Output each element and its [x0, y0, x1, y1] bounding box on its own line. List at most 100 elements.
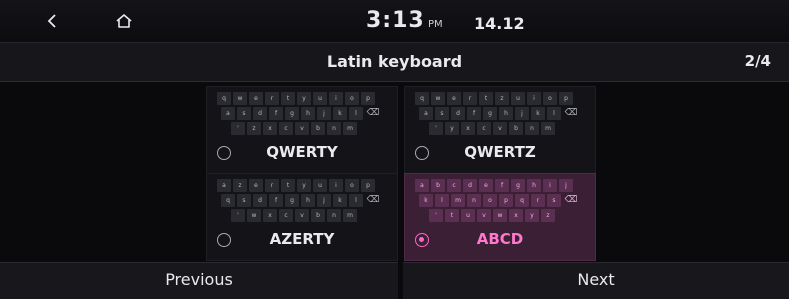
preview-key: c: [477, 122, 491, 135]
keyboard-preview-row: ' w x c v b n m: [217, 209, 392, 222]
preview-key: d: [463, 179, 477, 192]
backspace-icon: ⌫: [366, 108, 380, 118]
keyboard-preview-row: qwertzuiop: [415, 92, 590, 105]
preview-key: k: [333, 194, 347, 207]
preview-key: l: [349, 194, 363, 207]
preview-key: q: [515, 194, 529, 207]
preview-key: d: [451, 107, 465, 120]
preview-key: r: [531, 194, 545, 207]
preview-key: f: [269, 194, 283, 207]
preview-key: w: [431, 92, 445, 105]
preview-key: z: [541, 209, 555, 222]
home-icon: [116, 14, 132, 28]
preview-key: y: [525, 209, 539, 222]
preview-key: x: [509, 209, 523, 222]
preview-key: j: [559, 179, 573, 192]
preview-key: o: [345, 92, 359, 105]
preview-key: v: [493, 122, 507, 135]
preview-key: e: [479, 179, 493, 192]
preview-key: b: [311, 209, 325, 222]
preview-key: o: [543, 92, 557, 105]
layout-option-3[interactable]: a b c d e f g h i j k l m n o p q r s ⌫ ' t u v w x y z ABCD: [404, 173, 596, 261]
layout-label: ABCD: [476, 230, 524, 248]
home-button[interactable]: [110, 8, 138, 34]
keyboard-preview-row: q s d f g h j k l ⌫: [217, 194, 392, 207]
status-bar: 3:13 PM 14.12: [0, 0, 789, 42]
preview-key: d: [253, 107, 267, 120]
preview-key: g: [511, 179, 525, 192]
preview-key: y: [297, 179, 311, 192]
preview-key: q: [217, 92, 231, 105]
preview-key: a: [217, 179, 231, 192]
backspace-icon: ⌫: [366, 195, 380, 205]
preview-key: c: [447, 179, 461, 192]
next-label: Next: [577, 270, 615, 289]
preview-key: s: [237, 107, 251, 120]
preview-key: t: [479, 92, 493, 105]
preview-key: b: [311, 122, 325, 135]
preview-key: l: [349, 107, 363, 120]
preview-key: b: [509, 122, 523, 135]
preview-key: p: [361, 179, 375, 192]
preview-key: ': [429, 122, 443, 135]
preview-key: v: [477, 209, 491, 222]
preview-key: i: [329, 92, 343, 105]
preview-key: u: [313, 179, 327, 192]
preview-key: h: [301, 107, 315, 120]
layout-label: QWERTZ: [464, 143, 536, 161]
preview-key: m: [541, 122, 555, 135]
preview-key: w: [233, 92, 247, 105]
preview-key: o: [345, 179, 359, 192]
layout-option-0[interactable]: q w e r t y u i o p a s d f g h j k l ⌫ ' z x c v b n m QWERTY: [206, 86, 398, 174]
preview-key: j: [515, 107, 529, 120]
preview-key: e: [447, 92, 461, 105]
layout-option-2[interactable]: a z e r t y u i o p q s d f g h j k l ⌫ ' w x c v b n m AZERTY: [206, 173, 398, 261]
preview-key: a: [419, 107, 433, 120]
preview-key: a: [221, 107, 235, 120]
preview-key: l: [547, 107, 561, 120]
previous-button[interactable]: Previous: [0, 262, 398, 299]
preview-key: p: [361, 92, 375, 105]
preview-key: n: [467, 194, 481, 207]
preview-key: u: [511, 92, 525, 105]
preview-key: ': [231, 122, 245, 135]
preview-key: s: [435, 107, 449, 120]
preview-key: ': [429, 209, 443, 222]
preview-key: t: [281, 92, 295, 105]
preview-key: z: [495, 92, 509, 105]
preview-key: r: [265, 179, 279, 192]
preview-key: z: [233, 179, 247, 192]
clock-time: 3:13: [366, 8, 425, 33]
keyboard-preview-row: a s d f g h j k l ⌫: [415, 107, 590, 120]
preview-key: r: [463, 92, 477, 105]
backspace-icon: ⌫: [564, 195, 578, 205]
keyboard-preview-row: abcdefghij: [415, 179, 590, 192]
preview-key: u: [461, 209, 475, 222]
preview-key: d: [253, 194, 267, 207]
keyboard-preview: a z e r t y u i o p q s d f g h j k l ⌫ ' w x c v b n m: [217, 179, 392, 225]
preview-key: l: [435, 194, 449, 207]
preview-key: m: [451, 194, 465, 207]
keyboard-preview: a b c d e f g h i j k l m n o p q r s ⌫ ' t u v w x y z: [415, 179, 590, 225]
layout-label: AZERTY: [269, 230, 335, 248]
preview-key: v: [295, 122, 309, 135]
preview-key: x: [263, 209, 277, 222]
layout-option-1[interactable]: q w e r t z u i o p a s d f g h j k l ⌫ ' y x c v b n m QWERTZ: [404, 86, 596, 174]
keyboard-preview-row: ' z x c v b n m: [217, 122, 392, 135]
preview-key: x: [263, 122, 277, 135]
preview-key: y: [445, 122, 459, 135]
title-bar: Latin keyboard 2/4: [0, 42, 789, 82]
preview-key: t: [281, 179, 295, 192]
preview-key: h: [527, 179, 541, 192]
preview-key: j: [317, 107, 331, 120]
preview-key: m: [343, 122, 357, 135]
preview-key: o: [483, 194, 497, 207]
keyboard-preview: q w e r t z u i o p a s d f g h j k l ⌫ ' y x c v b n m: [415, 92, 590, 138]
next-button[interactable]: Next: [403, 262, 789, 299]
preview-key: w: [247, 209, 261, 222]
preview-key: s: [237, 194, 251, 207]
preview-key: z: [247, 122, 261, 135]
layout-label: QWERTY: [266, 143, 338, 161]
previous-label: Previous: [165, 270, 233, 289]
back-button[interactable]: [38, 8, 66, 34]
